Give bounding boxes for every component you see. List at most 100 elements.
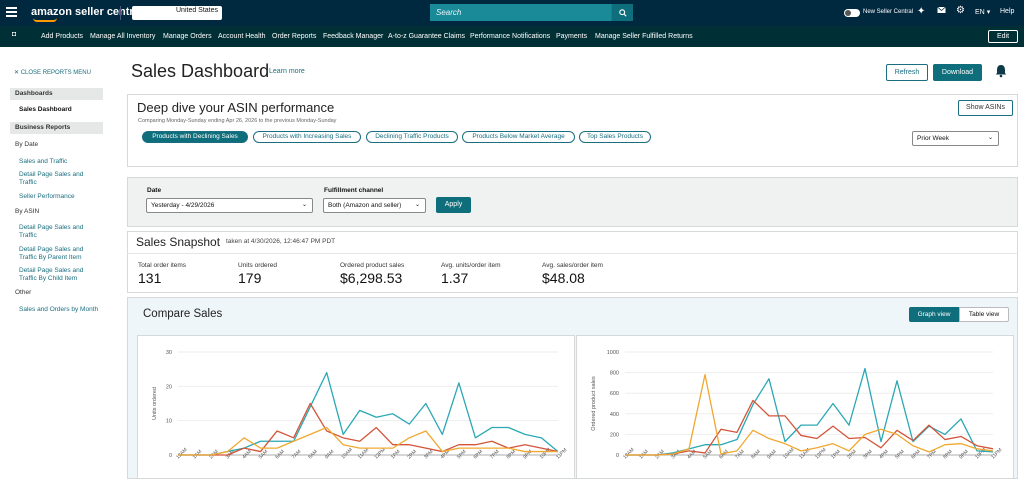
series-line [625, 399, 994, 456]
x-tick-label: 4PM [878, 449, 890, 461]
x-tick-label: 12AM [175, 447, 188, 460]
x-tick-label: 12PM [373, 447, 386, 460]
x-tick-label: 11AM [357, 447, 370, 460]
date-select[interactable]: Yesterday - 4/29/2026 ⌄ [146, 198, 313, 213]
help-link[interactable]: Help [1000, 8, 1014, 15]
nav-account-health[interactable]: Account Health [218, 33, 265, 40]
sidebar-link-asin-detail-page[interactable]: Detail Page Sales and Traffic [19, 224, 99, 240]
nav-performance-notifications[interactable]: Performance Notifications [470, 33, 550, 40]
pill-below-market-average[interactable]: Products Below Market Average [462, 131, 575, 143]
refresh-button[interactable]: Refresh [886, 64, 928, 81]
language-selector[interactable]: EN ▾ [975, 8, 990, 16]
x-tick-label: 2PM [406, 449, 418, 461]
series-line [625, 374, 994, 456]
pill-increasing-sales[interactable]: Products with Increasing Sales [253, 131, 361, 143]
chevron-down-icon: ⌄ [301, 202, 307, 208]
bookmark-icon[interactable]: ◘ [12, 31, 16, 38]
date-value: Yesterday - 4/29/2026 [151, 202, 215, 209]
chevron-down-icon: ▾ [986, 9, 991, 16]
snapshot-timestamp: taken at 4/30/2026, 12:46:47 PM PDT [226, 238, 336, 245]
sales-chart-container: 0 200 400 600 800 1000 Ordered product sales 12… [576, 335, 1014, 479]
series-line [178, 402, 559, 456]
logo[interactable]: amazon seller central [31, 6, 143, 18]
series-line [178, 371, 559, 456]
x-tick-label: 11PM [555, 447, 568, 460]
y-tick-label: 30 [166, 350, 172, 356]
y-tick-label: 10 [166, 419, 172, 425]
hamburger-menu-icon[interactable] [6, 7, 17, 17]
nav-order-reports[interactable]: Order Reports [272, 33, 316, 40]
nav-atoz-claims[interactable]: A-to-z Guarantee Claims [388, 33, 465, 40]
units-chart: 0102030Units ordered12AM 1AM 2AM 3AM 4AM 5AM 6… [152, 350, 568, 461]
nav-feedback-manager[interactable]: Feedback Manager [323, 33, 383, 40]
download-button[interactable]: Download [933, 64, 982, 81]
sidebar-item-sales-dashboard[interactable]: Sales Dashboard [19, 106, 72, 113]
nav-manage-inventory[interactable]: Manage All Inventory [90, 33, 155, 40]
table-view-toggle[interactable]: Table view [959, 307, 1009, 322]
show-asins-button[interactable]: Show ASINs [958, 100, 1013, 116]
sidebar-link-sales-orders-month[interactable]: Sales and Orders by Month [19, 306, 99, 314]
chevron-down-icon: ⌄ [987, 135, 993, 141]
mail-icon[interactable] [937, 6, 946, 17]
sidebar-link-asin-by-child[interactable]: Detail Page Sales and Traffic By Child I… [19, 267, 99, 283]
account-country: United States [176, 7, 219, 14]
sidebar-link-seller-performance[interactable]: Seller Performance [19, 193, 99, 201]
x-tick-label: 1PM [390, 449, 402, 461]
deep-dive-title: Deep dive your ASIN performance [137, 100, 335, 115]
x-tick-label: 1PM [830, 449, 842, 461]
period-value: Prior Week [917, 135, 950, 142]
pill-declining-sales[interactable]: Products with Declining Sales [142, 131, 248, 143]
page-title: Sales Dashboard [131, 61, 270, 81]
apply-button[interactable]: Apply [436, 197, 471, 213]
metric-value-avg-sales: $48.08 [542, 270, 585, 286]
sparkle-icon[interactable]: ✦ [917, 6, 925, 17]
x-tick-label: 5PM [894, 449, 906, 461]
gear-icon[interactable]: ⚙ [956, 5, 965, 16]
x-tick-label: 8AM [307, 449, 319, 461]
x-tick-label: 7AM [291, 449, 303, 461]
pill-declining-traffic[interactable]: Declining Traffic Products [366, 131, 458, 143]
logo-smile-icon [33, 18, 57, 22]
sidebar-section-dashboards[interactable]: Dashboards [10, 88, 103, 100]
period-select[interactable]: Prior Week ⌄ [912, 131, 999, 146]
sidebar-link-asin-by-parent[interactable]: Detail Page Sales and Traffic By Parent … [19, 246, 99, 262]
x-tick-label: 9AM [324, 449, 336, 461]
account-switcher[interactable]: United States [132, 6, 222, 20]
x-tick-label: 7PM [489, 449, 501, 461]
close-reports-label: CLOSE REPORTS MENU [20, 70, 91, 76]
search-button[interactable] [612, 4, 633, 21]
x-tick-label: 8AM [750, 449, 762, 461]
bell-icon[interactable] [995, 64, 1007, 81]
sidebar-link-detail-page-sales-traffic[interactable]: Detail Page Sales and Traffic [19, 171, 99, 187]
account-name-field [134, 8, 172, 18]
sidebar-link-sales-traffic[interactable]: Sales and Traffic [19, 158, 99, 166]
nav-seller-fulfilled-returns[interactable]: Manage Seller Fulfilled Returns [595, 33, 693, 40]
pill-top-sales[interactable]: Top Sales Products [579, 131, 651, 143]
nav-manage-orders[interactable]: Manage Orders [163, 33, 212, 40]
y-tick-label: 20 [166, 384, 172, 390]
x-tick-label: 8PM [506, 449, 518, 461]
x-tick-label: 10AM [340, 447, 353, 460]
search-bar [430, 4, 633, 21]
y-tick-label: 800 [610, 371, 619, 377]
metric-value-avg-units: 1.37 [441, 270, 469, 286]
y-tick-label: 600 [610, 391, 619, 397]
sidebar-group-by-date: By Date [15, 141, 39, 148]
sidebar-group-other: Other [15, 289, 32, 296]
graph-view-toggle[interactable]: Graph view [909, 307, 959, 322]
search-input[interactable] [430, 4, 611, 21]
channel-select[interactable]: Both (Amazon and seller) ⌄ [323, 198, 426, 213]
divider [120, 6, 121, 20]
nav-payments[interactable]: Payments [556, 33, 587, 40]
new-seller-central-toggle[interactable] [844, 9, 860, 17]
sidebar-section-business-reports[interactable]: Business Reports [10, 122, 103, 134]
bell-shape [995, 65, 1007, 78]
metric-value-units: 179 [238, 270, 262, 286]
metric-label-product-sales: Ordered product sales [340, 262, 405, 269]
channel-value: Both (Amazon and seller) [328, 202, 402, 209]
nav-add-products[interactable]: Add Products [41, 33, 83, 40]
language-label: EN [975, 9, 985, 16]
edit-nav-button[interactable]: Edit [988, 30, 1018, 43]
learn-more-link[interactable]: Learn more [269, 68, 305, 75]
close-reports-menu[interactable]: ✕ CLOSE REPORTS MENU [14, 69, 91, 76]
